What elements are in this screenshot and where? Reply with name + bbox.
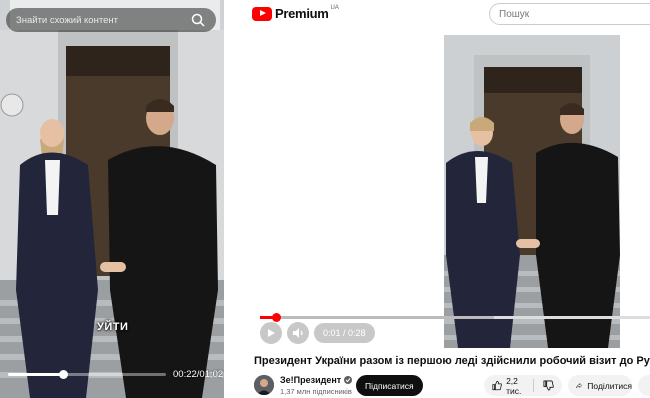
verified-icon [344,376,353,384]
video-frame[interactable] [444,35,620,348]
volume-icon [293,328,303,338]
video-frame-image [0,0,224,398]
shorts-video-panel[interactable]: Знайти схожий контент УЙТИ 00:22/01:02 [0,0,224,398]
video-caption: УЙТИ [97,321,129,333]
video-frame-image [444,35,620,348]
more-actions-button[interactable] [638,375,650,396]
play-icon [268,329,275,337]
youtube-logo-icon [252,6,272,21]
like-count: 2,2 тис. [506,375,522,396]
subscribe-button[interactable]: Підписатися [356,375,423,396]
search-icon[interactable] [190,12,206,28]
video-player[interactable]: 0:01 / 0:28 [232,34,650,350]
seek-bar[interactable] [260,313,650,322]
player-time-readout: 0:01 / 0:28 [314,323,375,343]
share-label: Поділитися [587,380,632,391]
channel-name[interactable]: Зе!Президент [280,375,353,385]
like-button[interactable]: 2,2 тис. [484,376,534,396]
search-input[interactable]: Пошук [489,3,650,25]
seek-knob[interactable] [271,313,281,322]
share-icon [576,382,583,389]
progress-fill [8,373,64,376]
seek-loaded [260,316,494,319]
like-dislike-group: 2,2 тис. [484,375,562,396]
play-button[interactable] [260,322,282,344]
channel-avatar[interactable] [254,375,274,395]
avatar-image [254,375,274,395]
video-title: Президент України разом із першою леді з… [254,355,650,367]
shorts-progress-bar[interactable] [8,370,166,379]
find-similar-label: Знайти схожий контент [16,14,118,26]
shorts-time-readout: 00:22/01:02 [173,369,224,380]
dislike-icon [543,380,554,391]
channel-name-label: Зе!Президент [280,375,342,385]
like-icon [492,380,502,391]
subscriber-count: 1,37 млн підписників [280,387,352,396]
youtube-watch-page: Premium UA Пошук 0:01 / 0:28 Президент У… [232,0,650,398]
dislike-button[interactable] [534,380,562,391]
logo-region: UA [330,4,339,11]
logo-word: Premium [275,6,329,21]
find-similar-search-bar[interactable]: Знайти схожий контент [6,8,216,32]
youtube-premium-logo[interactable]: Premium UA [252,4,339,21]
volume-button[interactable] [287,322,309,344]
share-button[interactable]: Поділитися [568,375,632,396]
